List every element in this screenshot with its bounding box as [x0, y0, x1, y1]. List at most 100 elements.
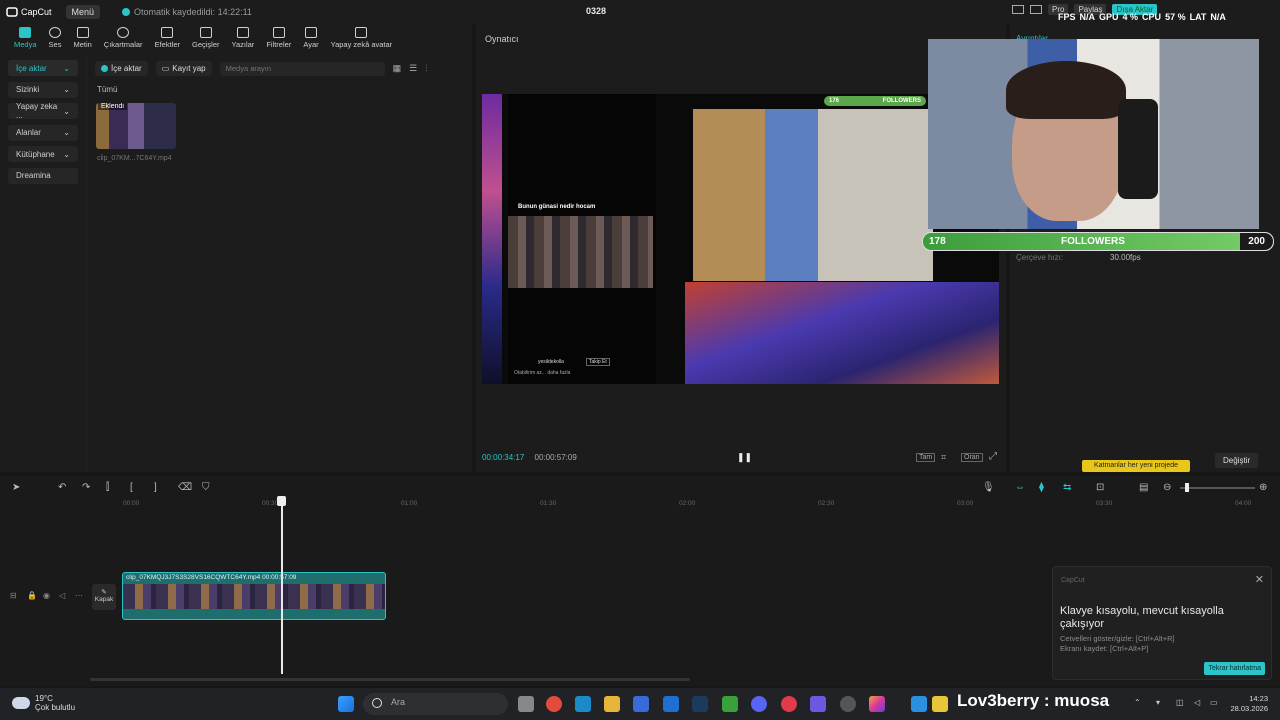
autosave-text: Otomatik kaydedildi: 14:22:11 — [134, 7, 252, 17]
speaker-icon[interactable]: ◁ — [1194, 698, 1200, 707]
layers-tooltip[interactable]: Katmanlar her yeni projede — [1082, 460, 1190, 472]
chrome-icon[interactable] — [546, 696, 562, 712]
volume-icon[interactable]: ◁ — [59, 591, 65, 600]
remind-again-button[interactable]: Tekrar hatırlatma — [1204, 662, 1265, 675]
magnet-icon[interactable]: ⧫ — [1039, 482, 1044, 493]
phone-description: Otabilirim az... daha fazla — [514, 370, 571, 376]
frame-rate-label: Çerçeve hızı: — [1016, 253, 1064, 262]
all-filter-label[interactable]: Tümü — [97, 85, 117, 94]
tool-stickers[interactable]: Çıkartmalar — [98, 24, 149, 49]
close-icon[interactable]: ✕ — [1255, 573, 1264, 586]
link-icon[interactable]: ⇔ — [1015, 482, 1025, 493]
tool-adjust[interactable]: Ayar — [297, 24, 324, 49]
sidebar-item-spaces[interactable]: Alanlar ⌄ — [8, 124, 78, 141]
undo-icon[interactable]: ↶ — [58, 482, 66, 493]
delete-icon[interactable]: ⌫ — [178, 482, 192, 493]
adjust-icon — [304, 27, 317, 38]
lock-icon[interactable]: 🔒 — [27, 591, 37, 600]
preview-axis-icon[interactable]: ⊡ — [1096, 482, 1104, 493]
steam-icon[interactable] — [692, 696, 708, 712]
tool-ai-avatar[interactable]: Yapay zekâ avatar — [325, 24, 399, 49]
tool-media[interactable]: Medya — [8, 24, 43, 49]
snap-icon[interactable]: ⇆ — [1063, 482, 1071, 493]
ratio-button[interactable]: Oran — [961, 453, 983, 462]
zoom-slider[interactable] — [1180, 483, 1255, 492]
desktop-icon[interactable] — [575, 696, 591, 712]
filter-icon[interactable]: ⫶ — [425, 63, 427, 74]
ruler-tick: 04:00 — [1235, 500, 1252, 507]
tool-audio[interactable]: Ses — [43, 24, 68, 49]
sort-icon[interactable]: ☰ — [409, 63, 417, 74]
lat-label: LAT — [1189, 12, 1207, 22]
more-icon[interactable]: ⋯ — [75, 591, 83, 600]
tool-filters[interactable]: Filtreler — [260, 24, 297, 49]
store-icon[interactable] — [633, 696, 649, 712]
timeline-scrollbar[interactable] — [90, 678, 690, 681]
select-tool-icon[interactable]: ➤ — [12, 482, 20, 493]
obs-icon[interactable] — [840, 696, 856, 712]
split-icon[interactable]: ⫿ — [106, 482, 109, 493]
file-explorer-icon[interactable] — [604, 696, 620, 712]
playhead[interactable] — [277, 496, 286, 674]
network-icon[interactable]: ◫ — [1176, 698, 1184, 707]
video-clip[interactable]: clip_07KMQJ3J7S3S28VS16CQWTC64Y.mp4 00:0… — [122, 572, 386, 620]
fullscreen-icon[interactable]: ⤢ — [989, 451, 997, 462]
shortcut-icon[interactable] — [1030, 5, 1042, 14]
minecraft-icon[interactable] — [722, 696, 738, 712]
red-app-icon[interactable] — [781, 696, 797, 712]
followers-goal-bar: 178 FOLLOWERS 200 — [922, 232, 1274, 251]
chevron-down-icon: ⌄ — [63, 106, 70, 116]
task-view-icon[interactable] — [518, 696, 534, 712]
weather-widget[interactable]: 19°C Çok bulutlu — [12, 694, 75, 712]
record-button[interactable]: ▭ Kayıt yap — [155, 61, 212, 76]
taskbar-search[interactable]: Ara — [363, 693, 508, 715]
layout-icon[interactable] — [1012, 5, 1024, 14]
trim-left-icon[interactable]: [ — [130, 482, 133, 493]
tray-app-icon[interactable]: ▾ — [1156, 698, 1160, 707]
sidebar-item-dreamina[interactable]: Dreamina — [8, 167, 78, 184]
zoom-slider-handle[interactable] — [1185, 483, 1189, 492]
instagram-icon[interactable] — [869, 696, 885, 712]
change-button[interactable]: Değiştir — [1215, 453, 1259, 468]
trim-right-icon[interactable]: ] — [154, 482, 157, 493]
chevron-up-icon[interactable]: ⌃ — [1134, 698, 1141, 707]
app-name: CapCut — [21, 7, 52, 17]
redo-icon[interactable]: ↷ — [82, 482, 90, 493]
marker-icon[interactable]: ⛉ — [202, 482, 210, 493]
track-collapse-icon[interactable]: ⊟ — [10, 591, 17, 600]
tool-transitions[interactable]: Geçişler — [186, 24, 226, 49]
sidebar-item-yours[interactable]: Sizinki ⌄ — [8, 81, 78, 98]
zoom-in-icon[interactable]: ⊕ — [1259, 482, 1267, 493]
snapshot-icon[interactable]: ⌗ — [941, 452, 946, 463]
headphone — [1118, 99, 1158, 199]
eye-icon[interactable]: ◉ — [43, 591, 50, 600]
media-thumbnail[interactable]: Eklendi — [96, 103, 176, 149]
cover-button[interactable]: ✎ Kapak — [92, 584, 116, 610]
tool-captions[interactable]: Yazılar — [226, 24, 261, 49]
tool-effects[interactable]: Efektler — [149, 24, 186, 49]
teams-icon[interactable] — [810, 696, 826, 712]
outlook-icon[interactable] — [663, 696, 679, 712]
battery-icon[interactable]: ▭ — [1210, 698, 1218, 707]
windows-start-icon[interactable] — [338, 696, 354, 712]
discord-icon[interactable] — [751, 696, 767, 712]
clock[interactable]: 14:23 28.03.2026 — [1230, 694, 1268, 714]
playhead-handle[interactable] — [277, 496, 286, 506]
import-button[interactable]: İçe aktar — [95, 61, 148, 76]
media-search-input[interactable] — [219, 61, 385, 76]
capcut-taskbar-icon[interactable] — [911, 696, 927, 712]
tool-text[interactable]: Metin — [67, 24, 97, 49]
sidebar-item-import[interactable]: İçe aktar ⌄ — [8, 60, 78, 76]
microphone-icon[interactable]: 🎙 — [982, 482, 995, 493]
sidebar-item-ai[interactable]: Yapay zeka ... ⌄ — [8, 102, 78, 120]
pinned-app-icon[interactable] — [932, 696, 948, 712]
zoom-out-icon[interactable]: ⊖ — [1163, 482, 1171, 493]
full-quality-button[interactable]: Tam — [916, 453, 936, 462]
pause-button[interactable]: ❚❚ — [737, 452, 752, 463]
grid-view-icon[interactable]: ▦ — [393, 63, 402, 74]
project-title[interactable]: 0328 — [586, 6, 606, 16]
followers-current: 178 — [929, 236, 946, 247]
caption-icon[interactable]: ▤ — [1139, 482, 1148, 493]
menu-button[interactable]: Menü — [65, 5, 101, 19]
sidebar-item-library[interactable]: Kütüphane ⌄ — [8, 146, 78, 162]
